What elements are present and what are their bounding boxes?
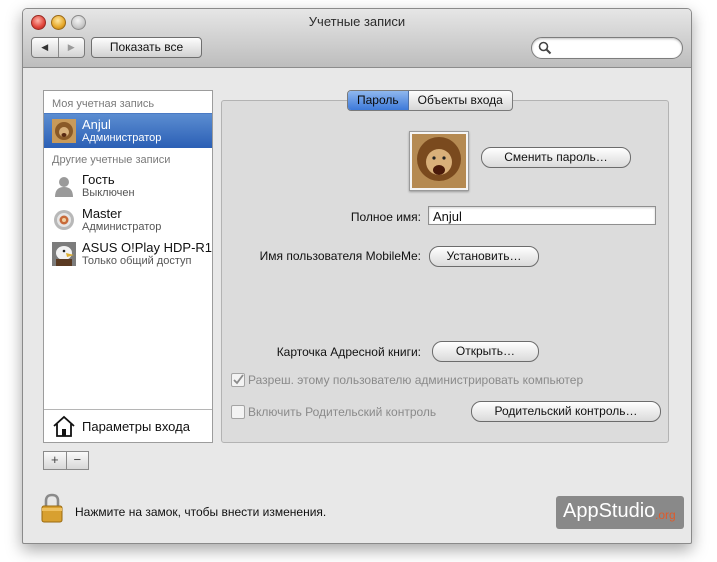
- account-role: Администратор: [82, 221, 162, 233]
- change-password-button[interactable]: Сменить пароль…: [481, 147, 631, 168]
- lion-icon: [52, 119, 76, 143]
- login-options-item[interactable]: Параметры входа: [44, 409, 212, 442]
- accounts-list: Моя учетная запись Anjul Администратор Д…: [43, 90, 213, 443]
- account-name: Гость: [82, 172, 115, 187]
- parental-controls-label: Включить Родительский контроль: [248, 405, 437, 419]
- guest-icon: [55, 177, 73, 197]
- account-item-guest[interactable]: Гость Выключен: [44, 169, 212, 203]
- full-name-field[interactable]: Anjul: [428, 206, 656, 225]
- account-role: Выключен: [82, 187, 135, 199]
- eagle-icon: [52, 242, 76, 266]
- account-name: Master: [82, 206, 122, 221]
- window-title: Учетные записи: [308, 14, 406, 29]
- my-account-header: Моя учетная запись: [52, 98, 155, 110]
- show-all-button[interactable]: Показать все: [91, 37, 202, 58]
- account-item-anjul[interactable]: Anjul Администратор: [44, 113, 212, 148]
- tab-login-items[interactable]: Объекты входа: [409, 91, 512, 110]
- account-name: Anjul: [82, 117, 111, 132]
- titlebar: Учетные записи ◀ ▶ Показать все: [23, 9, 691, 68]
- appstudio-watermark: AppStudio .org: [556, 496, 684, 529]
- account-role: Администратор: [82, 132, 162, 144]
- other-accounts-header: Другие учетные записи: [52, 154, 171, 166]
- full-name-label: Полное имя:: [350, 210, 421, 224]
- allow-admin-label: Разреш. этому пользователю администриров…: [248, 373, 584, 387]
- address-book-label: Карточка Адресной книги:: [276, 345, 421, 359]
- checkmark-icon: [233, 374, 244, 385]
- back-arrow-icon[interactable]: ◀: [32, 38, 58, 57]
- watermark-text: AppStudio: [563, 500, 656, 522]
- remove-account-button[interactable]: −: [65, 452, 89, 469]
- search-icon: [538, 41, 552, 55]
- watermark-suffix: .org: [655, 508, 676, 522]
- lion-icon: [412, 134, 466, 188]
- house-icon: [53, 415, 75, 437]
- preferences-window: Учетные записи ◀ ▶ Показать все Моя учет…: [22, 8, 692, 544]
- parental-controls-button[interactable]: Родительский контроль…: [471, 401, 661, 422]
- lock-instruction: Нажмите на замок, чтобы внести изменения…: [75, 505, 327, 519]
- account-item-master[interactable]: Master Администратор: [44, 203, 212, 237]
- tab-bar: Пароль Объекты входа: [347, 90, 513, 111]
- user-picture[interactable]: [409, 131, 469, 191]
- lock-icon[interactable]: [41, 493, 63, 523]
- login-options-label: Параметры входа: [82, 419, 190, 434]
- open-address-card-button[interactable]: Открыть…: [432, 341, 539, 362]
- parental-controls-checkbox[interactable]: [231, 405, 245, 419]
- add-remove-buttons: + −: [43, 451, 89, 470]
- nav-back-forward: ◀ ▶: [31, 37, 85, 58]
- add-account-button[interactable]: +: [44, 452, 66, 469]
- set-mobileme-button[interactable]: Установить…: [429, 246, 539, 267]
- target-icon: [54, 210, 74, 230]
- allow-admin-checkbox[interactable]: [231, 373, 245, 387]
- forward-arrow-icon[interactable]: ▶: [57, 38, 85, 57]
- search-field[interactable]: [531, 37, 683, 59]
- tab-password[interactable]: Пароль: [348, 91, 409, 110]
- account-role: Только общий доступ: [82, 255, 192, 267]
- mobileme-label: Имя пользователя MobileMe:: [259, 249, 421, 263]
